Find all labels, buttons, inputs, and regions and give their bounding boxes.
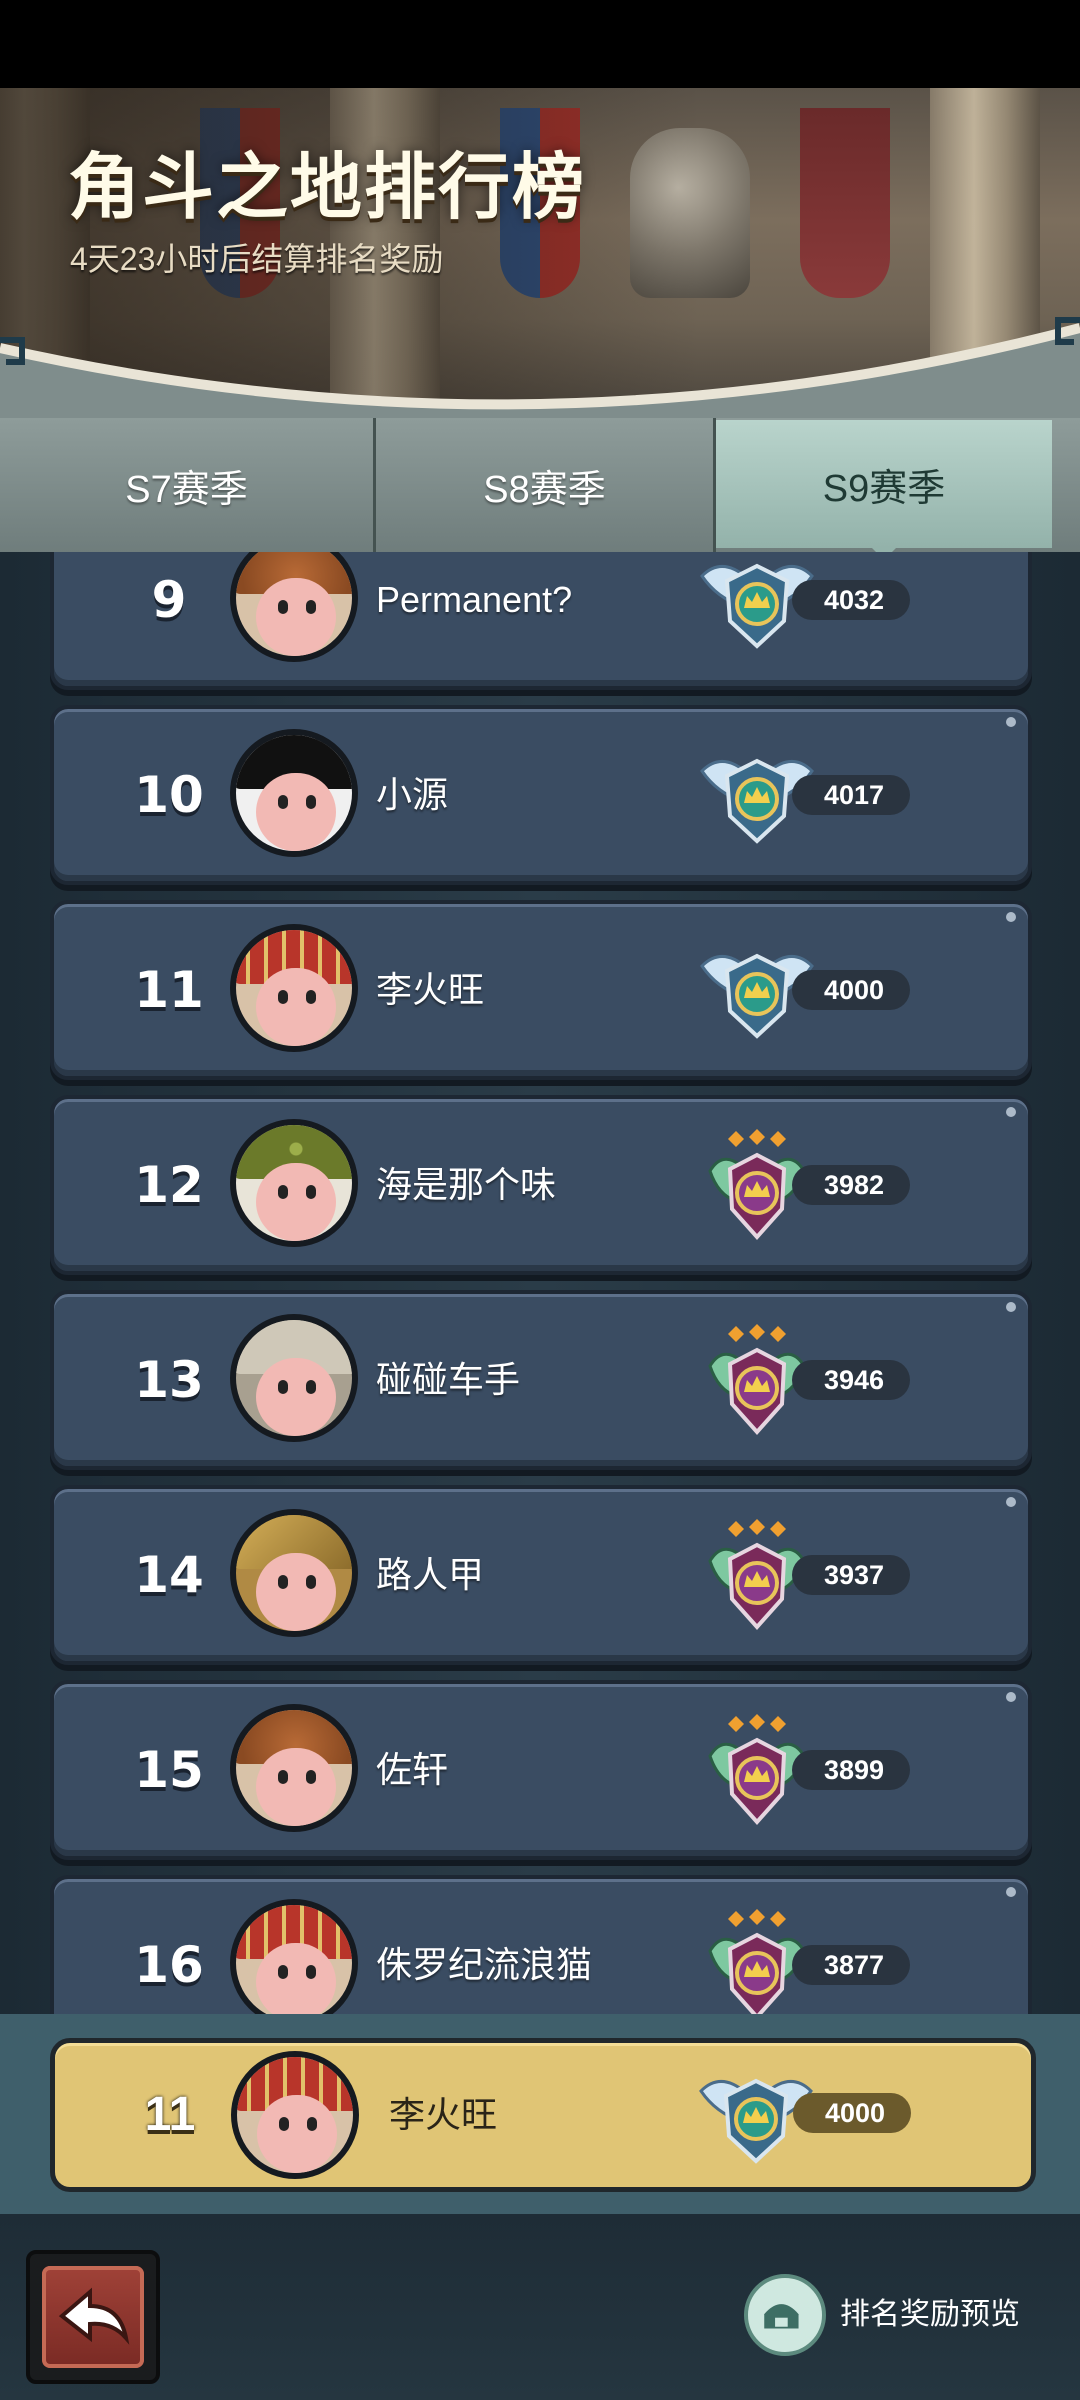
leaderboard-row[interactable]: 12 海是那个味 3982 <box>50 1095 1032 1275</box>
player-name: 侏罗纪流浪猫 <box>376 1944 593 1985</box>
golden-helmet-avatar-icon <box>230 1509 358 1637</box>
masked-bandit-avatar-icon <box>230 729 358 857</box>
player-name: Permanent? <box>376 579 573 620</box>
player-score: 3899 <box>792 1750 910 1790</box>
rank-number: 14 <box>134 1546 204 1604</box>
reward-preview-label: 排名奖励预览 <box>840 2298 1020 2331</box>
season-tabs: S7赛季 S8赛季 S9赛季 <box>0 418 1080 560</box>
player-name: 碰碰车手 <box>376 1359 521 1400</box>
player-score: 4000 <box>792 970 910 1010</box>
settlement-countdown: 4天23小时后结算排名奖励 <box>70 241 444 277</box>
red-headdress-avatar-icon <box>230 924 358 1052</box>
raccoon-avatar-icon <box>230 1119 358 1247</box>
player-score: 4017 <box>792 775 910 815</box>
player-score: 3946 <box>792 1360 910 1400</box>
rank-number: 15 <box>134 1741 204 1799</box>
my-score: 4000 <box>793 2093 911 2133</box>
pumpkin-hat-avatar-icon <box>230 552 358 662</box>
row-corner-dot <box>1006 1107 1016 1117</box>
back-button[interactable] <box>26 2250 160 2384</box>
rank-number: 12 <box>134 1156 204 1214</box>
reward-preview-button[interactable]: 排名奖励预览 <box>744 2274 1044 2356</box>
pumpkin-hat-avatar-icon <box>230 1704 358 1832</box>
row-corner-dot <box>1006 1692 1016 1702</box>
tab-s8-season[interactable]: S8赛季 <box>376 418 716 552</box>
red-headdress-avatar-icon <box>230 1899 358 2014</box>
player-score: 3937 <box>792 1555 910 1595</box>
leaderboard-row[interactable]: 9 Permanent? 4032 <box>50 552 1032 690</box>
page-title: 角斗之地排行榜 <box>68 148 587 228</box>
player-name: 小源 <box>376 774 449 815</box>
row-corner-dot <box>1006 1302 1016 1312</box>
reward-chest-icon <box>744 2274 826 2356</box>
player-score: 3982 <box>792 1165 910 1205</box>
row-corner-dot <box>1006 1887 1016 1897</box>
player-name: 路人甲 <box>376 1554 485 1595</box>
leaderboard-row[interactable]: 14 路人甲 3937 <box>50 1485 1032 1665</box>
header-curved-divider <box>0 317 1080 430</box>
player-name: 佐轩 <box>376 1749 449 1790</box>
red-headdress-avatar-icon <box>231 2051 359 2179</box>
leaderboard-row[interactable]: 10 小源 4017 <box>50 705 1032 885</box>
rank-number: 13 <box>134 1351 204 1409</box>
leaderboard-row[interactable]: 16 侏罗纪流浪猫 3877 <box>50 1875 1032 2014</box>
rank-number: 16 <box>134 1936 204 1994</box>
rank-number: 10 <box>134 766 204 824</box>
player-name: 李火旺 <box>376 969 485 1010</box>
player-score: 4032 <box>792 580 910 620</box>
my-rank-row[interactable]: 11 李火旺 4000 <box>50 2038 1036 2192</box>
my-rank-panel: 11 李火旺 4000 <box>0 2014 1080 2214</box>
rank-number: 9 <box>151 571 187 629</box>
leaderboard-row[interactable]: 13 碰碰车手 3946 <box>50 1290 1032 1470</box>
back-arrow-icon <box>58 2287 130 2345</box>
row-corner-dot <box>1006 1497 1016 1507</box>
status-bar <box>0 0 1080 88</box>
bottom-bar: 排名奖励预览 <box>0 2214 1080 2400</box>
player-name: 海是那个味 <box>376 1164 557 1205</box>
my-rank-number: 11 <box>144 2088 196 2141</box>
rank-number: 11 <box>134 961 204 1019</box>
player-score: 3877 <box>792 1945 910 1985</box>
my-player-name: 李火旺 <box>389 2094 498 2135</box>
row-corner-dot <box>1006 717 1016 727</box>
row-corner-dot <box>1006 912 1016 922</box>
background-banner <box>800 108 890 298</box>
leaderboard-row[interactable]: 15 佐轩 3899 <box>50 1680 1032 1860</box>
tab-s9-season[interactable]: S9赛季 <box>716 420 1052 560</box>
leaderboard-row[interactable]: 11 李火旺 4000 <box>50 900 1032 1080</box>
tab-s7-season[interactable]: S7赛季 <box>0 418 376 552</box>
skull-avatar-icon <box>230 1314 358 1442</box>
leaderboard-list[interactable]: 9 Permanent? 4032 10 小源 4017 11 李火旺 4000 12 海是那个味 3… <box>0 552 1080 2014</box>
